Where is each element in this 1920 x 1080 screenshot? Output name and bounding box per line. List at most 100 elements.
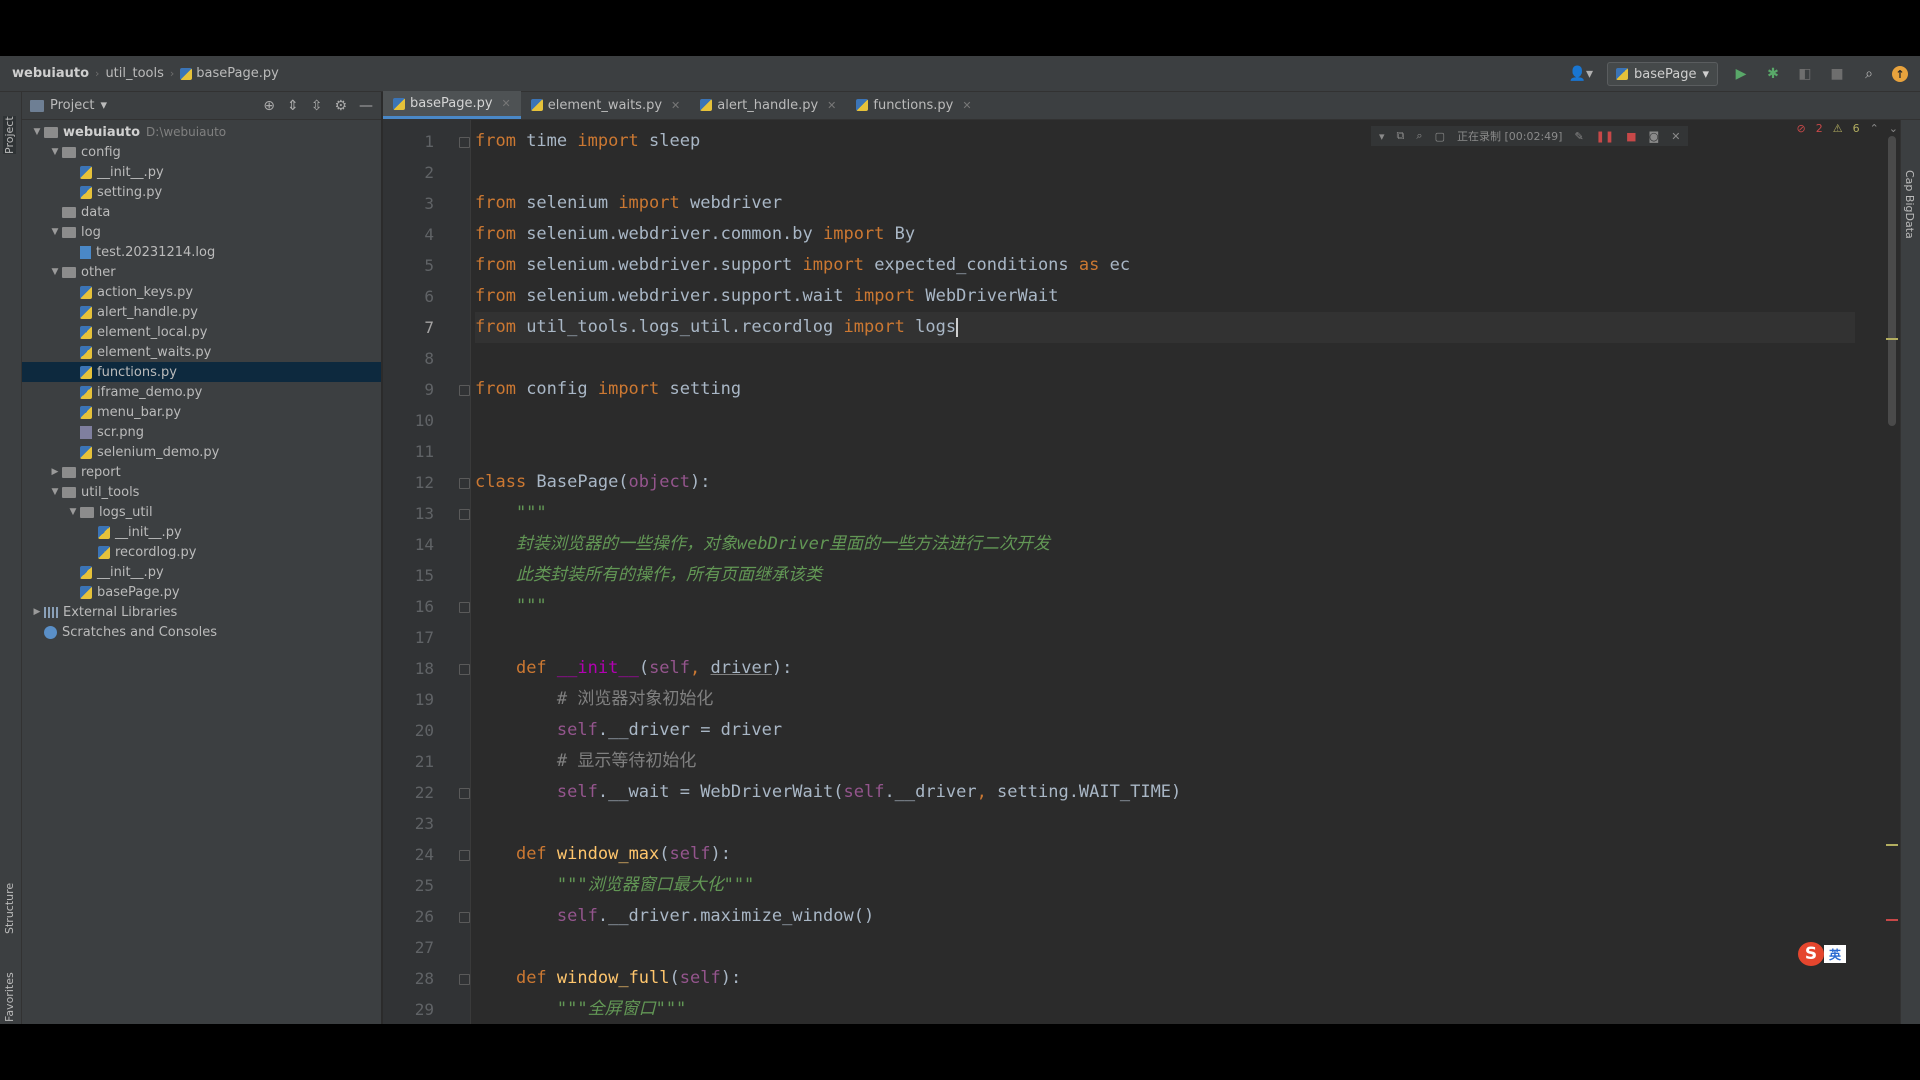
warning-stripe-mark[interactable] bbox=[1886, 844, 1898, 846]
user-icon[interactable]: 👤▾ bbox=[1569, 66, 1593, 82]
code-line[interactable]: from selenium.webdriver.support.wait imp… bbox=[475, 281, 1058, 312]
coverage-icon[interactable]: ◧ bbox=[1796, 65, 1814, 83]
tree-item[interactable]: __init__.py bbox=[22, 562, 381, 582]
tree-item[interactable]: __init__.py bbox=[22, 162, 381, 182]
breadcrumb-folder[interactable]: util_tools bbox=[105, 66, 163, 81]
code-line[interactable]: self.__wait = WebDriverWait(self.__drive… bbox=[475, 777, 1181, 808]
tree-item[interactable]: __init__.py bbox=[22, 522, 381, 542]
chevron-down-icon[interactable]: ▼ bbox=[48, 267, 62, 277]
debug-icon[interactable]: ✱ bbox=[1764, 65, 1782, 83]
breadcrumb-file[interactable]: basePage.py bbox=[196, 66, 279, 81]
error-stripe-mark[interactable] bbox=[1886, 919, 1898, 921]
vertical-scrollbar[interactable] bbox=[1888, 136, 1896, 426]
chevron-down-icon[interactable]: ▼ bbox=[30, 127, 44, 137]
collapse-all-icon[interactable]: ⇳ bbox=[311, 98, 323, 114]
code-line[interactable]: from selenium.webdriver.support import e… bbox=[475, 250, 1130, 281]
tree-item[interactable]: ▼ config bbox=[22, 142, 381, 162]
fold-marker-icon[interactable] bbox=[459, 788, 470, 799]
chevron-down-icon[interactable]: ▼ bbox=[48, 487, 62, 497]
code-line[interactable]: class BasePage(object): bbox=[475, 467, 710, 498]
chevron-right-icon[interactable]: ▶ bbox=[30, 607, 44, 617]
code-line[interactable]: # 浏览器对象初始化 bbox=[475, 684, 713, 715]
tree-item[interactable]: menu_bar.py bbox=[22, 402, 381, 422]
tree-item[interactable]: recordlog.py bbox=[22, 542, 381, 562]
search-icon[interactable]: ⌕ bbox=[1860, 65, 1878, 83]
tree-item[interactable]: ▼ other bbox=[22, 262, 381, 282]
code-line[interactable]: def window_full(self): bbox=[475, 963, 741, 994]
chevron-down-icon[interactable]: ▼ bbox=[48, 227, 62, 237]
close-tab-icon[interactable]: ✕ bbox=[827, 99, 836, 112]
locate-icon[interactable]: ⊕ bbox=[263, 98, 275, 114]
input-method-indicator[interactable]: S 英 bbox=[1798, 942, 1848, 966]
inspection-widget[interactable]: ⊘ 2 ⚠ 6 ⌃ ⌄ bbox=[1796, 122, 1898, 135]
fold-marker-icon[interactable] bbox=[459, 137, 470, 148]
code-line[interactable]: def window_max(self): bbox=[475, 839, 731, 870]
code-line[interactable]: from time import sleep bbox=[475, 126, 700, 157]
project-tool-tab[interactable]: Project bbox=[3, 116, 16, 154]
editor-tab[interactable]: alert_handle.py ✕ bbox=[690, 91, 846, 119]
tree-item[interactable]: functions.py bbox=[22, 362, 381, 382]
fold-marker-icon[interactable] bbox=[459, 850, 470, 861]
fold-marker-icon[interactable] bbox=[459, 664, 470, 675]
breadcrumb-project[interactable]: webuiauto bbox=[12, 66, 89, 81]
structure-tool-tab[interactable]: Structure bbox=[3, 883, 16, 934]
chevron-down-icon[interactable]: ▾ bbox=[100, 98, 107, 113]
close-tab-icon[interactable]: ✕ bbox=[502, 97, 511, 110]
tree-item[interactable]: basePage.py bbox=[22, 582, 381, 602]
tree-item[interactable]: element_waits.py bbox=[22, 342, 381, 362]
fold-marker-icon[interactable] bbox=[459, 509, 470, 520]
code-line[interactable]: from selenium.webdriver.common.by import… bbox=[475, 219, 915, 250]
code-line[interactable]: """全屏窗口""" bbox=[475, 994, 686, 1024]
code-line[interactable]: def __init__(self, driver): bbox=[475, 653, 792, 684]
fold-marker-icon[interactable] bbox=[459, 912, 470, 923]
code-line[interactable]: from config import setting bbox=[475, 374, 741, 405]
tree-item[interactable]: ▼ log bbox=[22, 222, 381, 242]
fold-marker-icon[interactable] bbox=[459, 974, 470, 985]
code-view[interactable]: from time import sleep from selenium impo… bbox=[475, 120, 1855, 1024]
tree-item[interactable]: ▶ External Libraries bbox=[22, 602, 381, 622]
tree-item[interactable]: iframe_demo.py bbox=[22, 382, 381, 402]
chevron-down-icon[interactable]: ▼ bbox=[48, 147, 62, 157]
code-line[interactable]: self.__driver = driver bbox=[475, 715, 782, 746]
run-config-selector[interactable]: basePage ▾ bbox=[1607, 62, 1718, 86]
editor-tab[interactable]: functions.py ✕ bbox=[846, 91, 981, 119]
tree-item[interactable]: action_keys.py bbox=[22, 282, 381, 302]
code-line[interactable]: # 显示等待初始化 bbox=[475, 746, 696, 777]
expand-all-icon[interactable]: ⇕ bbox=[287, 98, 299, 114]
run-icon[interactable]: ▶ bbox=[1732, 65, 1750, 83]
code-line[interactable]: 此类封装所有的操作，所有页面继承该类 bbox=[475, 560, 822, 591]
code-line[interactable]: """ bbox=[475, 498, 547, 529]
close-tab-icon[interactable]: ✕ bbox=[671, 99, 680, 112]
fold-marker-icon[interactable] bbox=[459, 385, 470, 396]
tree-item[interactable]: scr.png bbox=[22, 422, 381, 442]
code-line[interactable]: from util_tools.logs_util.recordlog impo… bbox=[475, 312, 959, 343]
fold-marker-icon[interactable] bbox=[459, 478, 470, 489]
tree-item[interactable]: element_local.py bbox=[22, 322, 381, 342]
chevron-right-icon[interactable]: ▶ bbox=[48, 467, 62, 477]
code-line[interactable]: """浏览器窗口最大化""" bbox=[475, 870, 754, 901]
tree-item[interactable]: ▼ util_tools bbox=[22, 482, 381, 502]
project-panel-title[interactable]: Project bbox=[50, 98, 94, 113]
favorites-tool-tab[interactable]: Favorites bbox=[3, 972, 16, 1022]
editor-tab[interactable]: element_waits.py ✕ bbox=[521, 91, 690, 119]
gear-icon[interactable]: ⚙ bbox=[334, 98, 347, 114]
previous-highlight-icon[interactable]: ⌃ bbox=[1870, 122, 1879, 135]
next-highlight-icon[interactable]: ⌄ bbox=[1889, 122, 1898, 135]
editor-tab[interactable]: basePage.py ✕ bbox=[383, 91, 521, 119]
fold-marker-icon[interactable] bbox=[459, 602, 470, 613]
tree-item[interactable]: data bbox=[22, 202, 381, 222]
tree-item[interactable]: selenium_demo.py bbox=[22, 442, 381, 462]
tree-item[interactable]: test.20231214.log bbox=[22, 242, 381, 262]
close-tab-icon[interactable]: ✕ bbox=[962, 99, 971, 112]
code-line[interactable]: from selenium import webdriver bbox=[475, 188, 782, 219]
tree-item[interactable]: ▶ report bbox=[22, 462, 381, 482]
code-line[interactable]: 封装浏览器的一些操作，对象webDriver里面的一些方法进行二次开发 bbox=[475, 529, 1050, 560]
code-line[interactable]: """ bbox=[475, 591, 547, 622]
tree-item[interactable]: ▼ webuiauto D:\webuiauto bbox=[22, 122, 381, 142]
bigdata-tool-tab[interactable]: Cap BigData bbox=[1903, 170, 1916, 239]
tree-item[interactable]: ▼ logs_util bbox=[22, 502, 381, 522]
tree-item[interactable]: alert_handle.py bbox=[22, 302, 381, 322]
tree-item[interactable]: setting.py bbox=[22, 182, 381, 202]
code-line[interactable]: self.__driver.maximize_window() bbox=[475, 901, 874, 932]
chevron-down-icon[interactable]: ▼ bbox=[66, 507, 80, 517]
